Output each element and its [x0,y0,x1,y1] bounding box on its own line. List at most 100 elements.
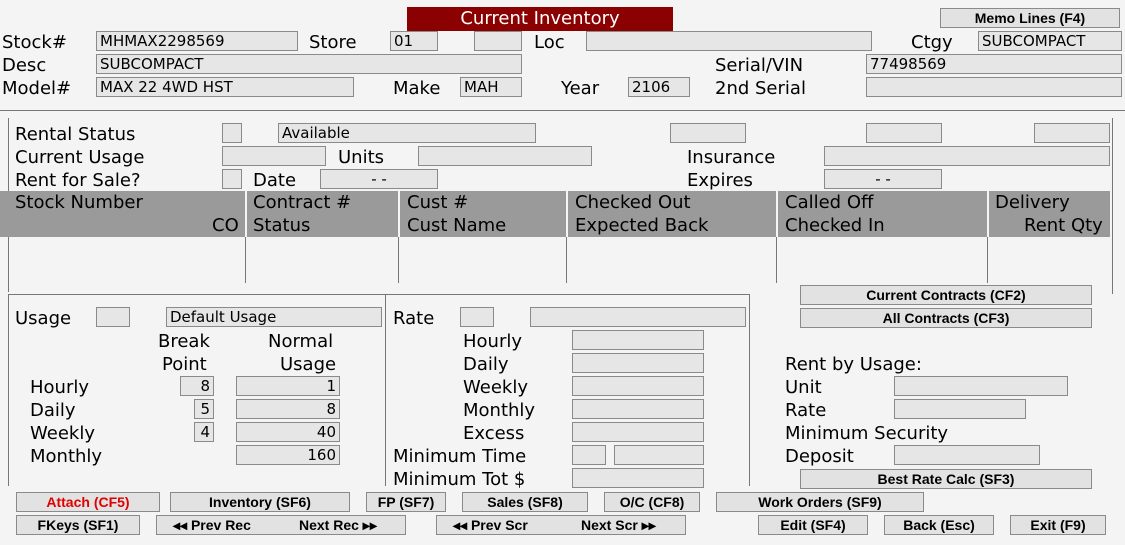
usage-hourly-normal[interactable]: 1 [236,376,340,396]
best-rate-calc-button[interactable]: Best Rate Calc (SF3) [800,469,1092,489]
usage-daily-normal[interactable]: 8 [236,399,340,419]
work-orders-button[interactable]: Work Orders (SF9) [716,492,924,512]
desc-field[interactable]: SUBCOMPACT [96,54,522,74]
rate-daily-field[interactable] [572,353,704,373]
next-rec-button[interactable]: Next Rec ▸▸ [299,516,377,534]
rbu-rate-field[interactable] [894,399,1026,419]
expires-field[interactable]: - - [824,169,942,189]
usage-weekly-break[interactable]: 4 [194,422,214,442]
rate-weekly-label: Weekly [463,377,528,398]
current-usage-label: Current Usage [15,147,145,168]
col-contract-number: Contract # [253,192,352,213]
rent-for-sale-label: Rent for Sale? [15,170,141,191]
usage-daily-break[interactable]: 5 [194,399,214,419]
loc-label: Loc [534,32,565,53]
second-serial-field[interactable] [866,77,1122,97]
rental-status-field[interactable]: Available [278,123,536,143]
date-field[interactable]: - - [320,169,438,189]
store-field[interactable]: 01 [390,31,438,51]
insurance-label: Insurance [687,147,776,168]
units-field[interactable] [418,146,592,166]
min-time-label: Minimum Time [393,446,527,467]
fp-button[interactable]: FP (SF7) [366,492,446,512]
scr-nav-group: ◂◂ Prev Scr Next Scr ▸▸ [436,515,686,535]
usage-hourly-label: Hourly [30,377,90,398]
rent-by-usage-label: Rent by Usage: [785,354,922,375]
prev-rec-button[interactable]: ◂◂ Prev Rec [173,516,251,534]
serial-vin-field[interactable]: 77498569 [866,54,1122,74]
normal-label: Normal [268,331,334,352]
fkeys-button[interactable]: FKeys (SF1) [16,515,140,535]
date-label: Date [253,170,297,191]
deposit-field[interactable] [894,445,1040,465]
min-time-unit-field[interactable] [572,445,606,465]
year-field[interactable]: 2106 [628,77,690,97]
inventory-button[interactable]: Inventory (SF6) [170,492,350,512]
rental-extra-field-3[interactable] [1034,123,1110,143]
min-time-field[interactable] [614,445,704,465]
rental-status-code[interactable] [222,123,242,143]
sales-button[interactable]: Sales (SF8) [462,492,588,512]
insurance-field[interactable] [824,146,1110,166]
point-label: Point [162,354,207,375]
rental-box-right [1112,118,1113,294]
year-label: Year [561,78,600,99]
rate-field[interactable] [530,307,746,327]
usage-monthly-label: Monthly [30,446,103,467]
usage-field[interactable]: Default Usage [166,307,382,327]
current-usage-field[interactable] [222,146,326,166]
rec-nav-group: ◂◂ Prev Rec Next Rec ▸▸ [156,515,406,535]
oc-button[interactable]: O/C (CF8) [604,492,700,512]
usage-monthly-normal[interactable]: 160 [236,445,340,465]
stock-field[interactable]: MHMAX2298569 [96,31,298,51]
rental-status-label: Rental Status [15,124,136,145]
make-field[interactable]: MAH [460,77,522,97]
all-contracts-button[interactable]: All Contracts (CF3) [800,308,1092,328]
exit-button[interactable]: Exit (F9) [1010,515,1106,535]
rate-code-field[interactable] [460,307,494,327]
rate-excess-field[interactable] [572,422,704,442]
store-extra-field[interactable] [474,31,522,51]
model-field[interactable]: MAX 22 4WD HST [96,77,354,97]
min-tot-field[interactable] [572,468,704,488]
desc-label: Desc [2,55,47,76]
break-label: Break [158,331,210,352]
col-co: CO [212,215,239,236]
rate-daily-label: Daily [463,354,509,375]
window-title: Current Inventory [407,7,673,31]
make-label: Make [393,78,441,99]
ctgy-label: Ctgy [911,32,953,53]
rate-hourly-field[interactable] [572,330,704,350]
rent-for-sale-field[interactable] [222,169,242,189]
usage-weekly-label: Weekly [30,423,95,444]
col-status: Status [253,215,311,236]
col-delivery: Delivery [995,192,1070,213]
rental-extra-field-2[interactable] [866,123,942,143]
col-stock-number: Stock Number [15,192,143,213]
usage-hourly-break[interactable]: 8 [180,376,214,396]
ctgy-field[interactable]: SUBCOMPACT [978,31,1122,51]
col-expected-back: Expected Back [575,215,709,236]
model-label: Model# [2,78,72,99]
back-button[interactable]: Back (Esc) [884,515,994,535]
min-tot-label: Minimum Tot $ [393,469,526,490]
usage-weekly-normal[interactable]: 40 [236,422,340,442]
next-scr-button[interactable]: Next Scr ▸▸ [581,516,656,534]
store-label: Store [309,32,357,53]
rate-monthly-label: Monthly [463,400,536,421]
memo-lines-button[interactable]: Memo Lines (F4) [940,8,1120,28]
attach-button[interactable]: Attach (CF5) [16,492,160,512]
stock-label: Stock# [2,32,67,53]
prev-scr-button[interactable]: ◂◂ Prev Scr [453,516,528,534]
rate-excess-label: Excess [463,423,525,444]
loc-field[interactable] [586,31,872,51]
rental-extra-field-1[interactable] [670,123,746,143]
usage-code-field[interactable] [96,307,130,327]
edit-button[interactable]: Edit (SF4) [758,515,868,535]
current-contracts-button[interactable]: Current Contracts (CF2) [800,285,1092,305]
second-serial-label: 2nd Serial [715,78,806,99]
unit-field[interactable] [894,376,1068,396]
rate-weekly-field[interactable] [572,376,704,396]
rate-monthly-field[interactable] [572,399,704,419]
rbu-rate-label: Rate [785,400,827,421]
